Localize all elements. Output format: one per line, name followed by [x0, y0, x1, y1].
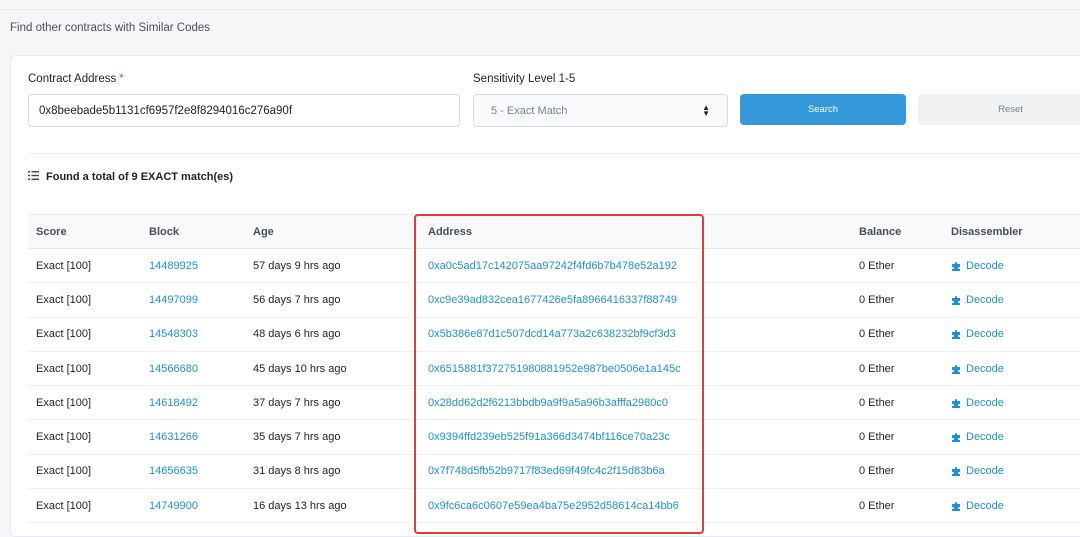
puzzle-icon: [952, 330, 960, 340]
decode-label: Decode: [966, 328, 1004, 341]
header-age: Age: [253, 225, 274, 238]
section-divider: [28, 153, 1080, 154]
age-cell: 45 days 10 hrs ago: [253, 362, 347, 375]
decode-label: Decode: [966, 465, 1004, 478]
block-link[interactable]: 14618492: [149, 386, 198, 419]
address-link[interactable]: 0xc9e39ad832cea1677426e5fa8966416337f887…: [428, 283, 677, 316]
table-row: Exact [100] 14497099 56 days 7 hrs ago 0xc9…: [28, 283, 1080, 318]
table-row: Exact [100] 14656635 31 days 8 hrs ago 0x7f…: [28, 455, 1080, 490]
decode-label: Decode: [966, 362, 1004, 375]
table-row: Exact [100] 14618492 37 days 7 hrs ago 0x28…: [28, 386, 1080, 421]
puzzle-icon: [952, 433, 960, 443]
table-row: Exact [100] 14749900 16 days 13 hrs ago 0x9…: [28, 489, 1080, 524]
address-link[interactable]: 0xa0c5ad17c142075aa97242f4fd6b7b478e52a1…: [428, 249, 677, 282]
decode-link[interactable]: Decode: [951, 249, 1004, 282]
search-button[interactable]: Search: [740, 94, 906, 125]
decode-link[interactable]: Decode: [951, 386, 1004, 419]
score-cell: Exact [100]: [36, 259, 92, 272]
block-link[interactable]: 14749900: [149, 489, 198, 522]
balance-cell: 0 Ether: [859, 362, 895, 375]
score-cell: Exact [100]: [36, 362, 92, 375]
puzzle-icon: [952, 261, 960, 271]
sensitivity-label: Sensitivity Level 1-5: [473, 73, 576, 85]
balance-cell: 0 Ether: [859, 499, 895, 512]
table-row: Exact [100] 14548303 48 days 6 hrs ago 0x5b…: [28, 318, 1080, 352]
contract-address-input[interactable]: [28, 94, 460, 127]
balance-cell: 0 Ether: [859, 293, 895, 306]
address-link[interactable]: 0x7f748d5fb52b9717f83ed69f49fc4c2f15d83b…: [428, 455, 665, 488]
header-score: Score: [36, 225, 67, 238]
score-cell: Exact [100]: [36, 328, 92, 341]
score-cell: Exact [100]: [36, 396, 92, 409]
block-link[interactable]: 14631266: [149, 420, 198, 453]
decode-label: Decode: [966, 499, 1004, 512]
sensitivity-selected-value: 5 - Exact Match: [491, 104, 568, 117]
score-cell: Exact [100]: [36, 465, 92, 478]
search-card: Contract Address* Sensitivity Level 1-5 …: [10, 55, 1080, 537]
result-summary-text: Found a total of 9 EXACT match(es): [46, 171, 234, 183]
age-cell: 31 days 8 hrs ago: [253, 465, 341, 478]
age-cell: 37 days 7 hrs ago: [253, 396, 341, 409]
decode-link[interactable]: Decode: [951, 283, 1004, 316]
block-link[interactable]: 14497099: [149, 283, 198, 316]
decode-link[interactable]: Decode: [951, 455, 1004, 488]
reset-button[interactable]: Reset: [918, 94, 1080, 125]
address-link[interactable]: 0x9fc6ca6c0607e59ea4ba75e2952d58614ca14b…: [428, 489, 679, 522]
age-cell: 57 days 9 hrs ago: [253, 259, 341, 272]
result-summary: Found a total of 9 EXACT match(es): [28, 171, 233, 183]
puzzle-icon: [952, 467, 960, 477]
required-mark: *: [119, 73, 124, 85]
table-row: Exact [100] 14631266 35 days 7 hrs ago 0x93…: [28, 420, 1080, 455]
block-link[interactable]: 14656635: [149, 455, 198, 488]
header-address: Address: [428, 225, 473, 238]
table-header: Score Block Age Address Balance Disassem…: [28, 214, 1080, 249]
age-cell: 56 days 7 hrs ago: [253, 293, 341, 306]
address-link[interactable]: 0x28dd62d2f6213bbdb9a9f9a5a96b3afffa2980…: [428, 386, 668, 419]
header-balance: Balance: [859, 225, 902, 238]
age-cell: 16 days 13 hrs ago: [253, 499, 347, 512]
balance-cell: 0 Ether: [859, 259, 895, 272]
puzzle-icon: [952, 364, 960, 374]
decode-label: Decode: [966, 293, 1004, 306]
decode-link[interactable]: Decode: [951, 489, 1004, 522]
table-row: Exact [100] 14489925 57 days 9 hrs ago 0xa0…: [28, 249, 1080, 284]
balance-cell: 0 Ether: [859, 465, 895, 478]
decode-link[interactable]: Decode: [951, 318, 1004, 351]
block-link[interactable]: 14548303: [149, 318, 198, 351]
balance-cell: 0 Ether: [859, 396, 895, 409]
header-block: Block: [149, 225, 179, 238]
balance-cell: 0 Ether: [859, 328, 895, 341]
page-heading: Find other contracts with Similar Codes: [10, 22, 211, 34]
results-table: Score Block Age Address Balance Disassem…: [28, 214, 1080, 524]
decode-label: Decode: [966, 259, 1004, 272]
table-body: Exact [100] 14489925 57 days 9 hrs ago 0xa0…: [28, 249, 1080, 524]
sort-caret-icon: ▲ ▼: [702, 102, 710, 118]
puzzle-icon: [952, 398, 960, 408]
block-link[interactable]: 14566680: [149, 352, 198, 385]
decode-link[interactable]: Decode: [951, 420, 1004, 453]
decode-link[interactable]: Decode: [951, 352, 1004, 385]
puzzle-icon: [952, 295, 960, 305]
table-row: Exact [100] 14566680 45 days 10 hrs ago 0x6…: [28, 352, 1080, 387]
puzzle-icon: [952, 501, 960, 511]
decode-label: Decode: [966, 431, 1004, 444]
block-link[interactable]: 14489925: [149, 249, 198, 282]
contract-address-label: Contract Address *: [28, 73, 124, 85]
sensitivity-select[interactable]: 5 - Exact Match ▲ ▼: [473, 94, 728, 127]
decode-label: Decode: [966, 396, 1004, 409]
address-link[interactable]: 0x5b386e87d1c507dcd14a773a2c638232bf9cf3…: [428, 318, 676, 351]
balance-cell: 0 Ether: [859, 431, 895, 444]
header-disassembler: Disassembler: [951, 225, 1023, 238]
score-cell: Exact [100]: [36, 431, 92, 444]
age-cell: 48 days 6 hrs ago: [253, 328, 341, 341]
score-cell: Exact [100]: [36, 499, 92, 512]
score-cell: Exact [100]: [36, 293, 92, 306]
list-icon: [28, 171, 39, 183]
top-divider: [0, 9, 1080, 10]
address-link[interactable]: 0x9394ffd239eb525f91a366d3474bf116ce70a2…: [428, 420, 670, 453]
age-cell: 35 days 7 hrs ago: [253, 431, 341, 444]
address-link[interactable]: 0x6515881f372751980881952e987be0506e1a14…: [428, 352, 681, 385]
